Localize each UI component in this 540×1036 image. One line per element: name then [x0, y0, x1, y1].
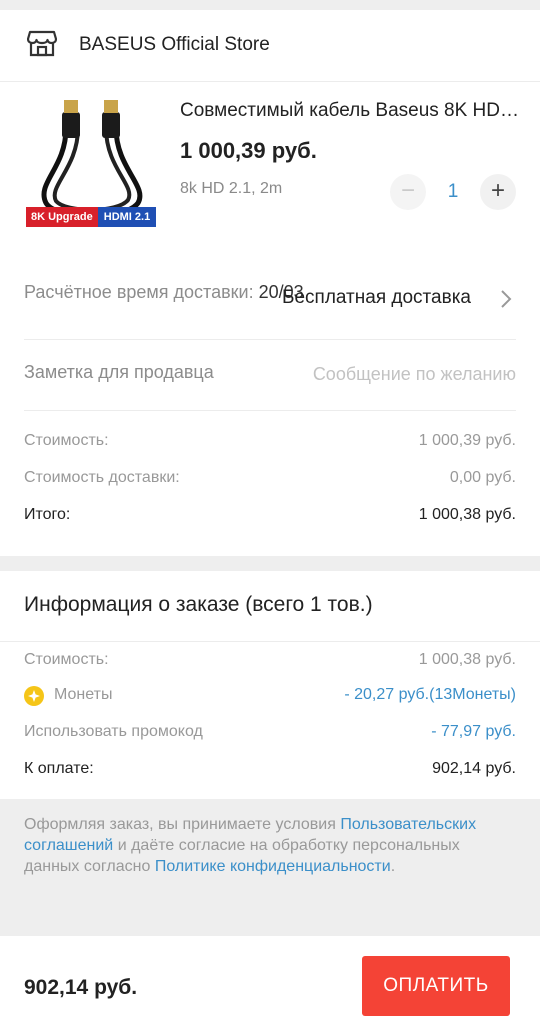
- store-cost-row: Стоимость: 1 000,39 руб.: [24, 432, 516, 456]
- privacy-policy-link[interactable]: Политике конфиденциальности: [155, 858, 391, 875]
- delivery-time-label: Расчётное время доставки: 20/03: [24, 280, 304, 304]
- legal-text-3: .: [390, 858, 396, 875]
- quantity-decrease-button[interactable]: −: [390, 174, 426, 210]
- store-order-card: BASEUS Official Store 8K Upgrade HDMI 2.…: [0, 10, 540, 556]
- seller-note-input[interactable]: [262, 360, 516, 388]
- legal-text-1: Оформляя заказ, вы принимаете условия: [24, 816, 341, 833]
- badge-8k-upgrade: 8K Upgrade: [26, 207, 98, 227]
- delivery-time-text: Расчётное время доставки:: [24, 282, 254, 302]
- store-name: BASEUS Official Store: [79, 34, 270, 55]
- checkout-bar: 902,14 руб. ОПЛАТИТЬ: [0, 936, 540, 1036]
- amount-due-row: К оплате: 902,14 руб.: [24, 760, 516, 784]
- store-total-value: 1 000,38 руб.: [418, 506, 516, 523]
- order-cost-value: 1 000,38 руб.: [418, 651, 516, 668]
- product-badges: 8K Upgrade HDMI 2.1: [26, 207, 157, 227]
- quantity-increase-button[interactable]: +: [480, 174, 516, 210]
- seller-note-label: Заметка для продавца: [24, 362, 214, 382]
- quantity-value: 1: [447, 181, 459, 202]
- storefront-icon: [27, 30, 57, 57]
- badge-hdmi: HDMI 2.1: [97, 207, 157, 227]
- legal-notice: Оформляя заказ, вы принимаете условия По…: [24, 814, 516, 877]
- order-cost-row: Стоимость: 1 000,38 руб.: [24, 651, 516, 675]
- coins-label: Монеты: [54, 686, 113, 703]
- pay-button[interactable]: ОПЛАТИТЬ: [362, 956, 510, 1016]
- coins-value: - 20,27 руб.(13Монеты): [344, 686, 516, 703]
- store-cost-value: 1 000,39 руб.: [418, 432, 516, 449]
- coins-row[interactable]: Монеты - 20,27 руб.(13Монеты): [24, 686, 516, 710]
- store-header[interactable]: BASEUS Official Store: [0, 10, 540, 82]
- order-info-title: Информация о заказе (всего 1 тов.): [24, 593, 373, 616]
- store-cost-label: Стоимость:: [24, 432, 109, 449]
- store-total-label: Итого:: [24, 506, 71, 523]
- order-info-card: Информация о заказе (всего 1 тов.) Стоим…: [0, 571, 540, 799]
- amount-due-value: 902,14 руб.: [432, 760, 516, 777]
- order-cost-label: Стоимость:: [24, 651, 109, 668]
- product-title[interactable]: Совместимый кабель Baseus 8K HDMI 2.1: [180, 100, 520, 122]
- shipping-cost-row: Стоимость доставки: 0,00 руб.: [24, 469, 516, 493]
- promo-code-label: Использовать промокод: [24, 723, 203, 740]
- chevron-right-icon[interactable]: [498, 289, 514, 309]
- divider: [0, 641, 540, 642]
- checkout-total: 902,14 руб.: [24, 976, 138, 999]
- amount-due-label: К оплате:: [24, 760, 94, 777]
- promo-code-value: - 77,97 руб.: [431, 723, 516, 740]
- delivery-option-link[interactable]: Бесплатная доставка: [282, 287, 471, 309]
- coin-icon: [24, 686, 44, 706]
- shipping-cost-value: 0,00 руб.: [449, 469, 516, 486]
- shipping-cost-label: Стоимость доставки:: [24, 469, 180, 486]
- product-price: 1 000,39 руб.: [180, 138, 317, 163]
- divider: [24, 410, 516, 411]
- divider: [24, 339, 516, 340]
- product-variant[interactable]: 8k HD 2.1, 2m: [180, 180, 282, 198]
- promo-code-row[interactable]: Использовать промокод - 77,97 руб.: [24, 723, 516, 747]
- store-total-row: Итого: 1 000,38 руб.: [24, 506, 516, 530]
